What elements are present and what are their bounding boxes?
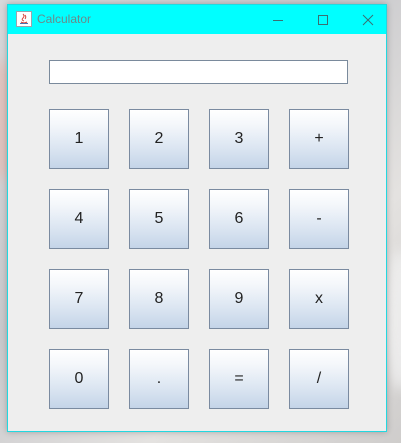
calculator-display[interactable]: [49, 60, 348, 84]
maximize-icon: [318, 14, 328, 25]
key-3[interactable]: 3: [209, 109, 269, 169]
minimize-button[interactable]: [255, 5, 301, 34]
desktop-background-highlight: [385, 250, 401, 390]
key-9[interactable]: 9: [209, 269, 269, 329]
key-equals[interactable]: =: [209, 349, 269, 409]
key-1[interactable]: 1: [49, 109, 109, 169]
key-4[interactable]: 4: [49, 189, 109, 249]
minimize-icon: [273, 19, 283, 21]
key-minus[interactable]: -: [289, 189, 349, 249]
key-5[interactable]: 5: [129, 189, 189, 249]
java-app-icon: [16, 11, 32, 27]
close-button[interactable]: [345, 5, 391, 34]
key-2[interactable]: 2: [129, 109, 189, 169]
key-divide[interactable]: /: [289, 349, 349, 409]
calculator-window: Calculator 1 2 3 + 4 5 6 - 7 8 9 x 0 . =…: [7, 4, 387, 432]
key-plus[interactable]: +: [289, 109, 349, 169]
key-7[interactable]: 7: [49, 269, 109, 329]
title-bar[interactable]: Calculator: [8, 5, 386, 34]
key-decimal[interactable]: .: [129, 349, 189, 409]
key-0[interactable]: 0: [49, 349, 109, 409]
key-8[interactable]: 8: [129, 269, 189, 329]
key-6[interactable]: 6: [209, 189, 269, 249]
close-icon: [362, 14, 374, 25]
key-multiply[interactable]: x: [289, 269, 349, 329]
maximize-button[interactable]: [300, 5, 346, 34]
window-title: Calculator: [37, 12, 92, 26]
